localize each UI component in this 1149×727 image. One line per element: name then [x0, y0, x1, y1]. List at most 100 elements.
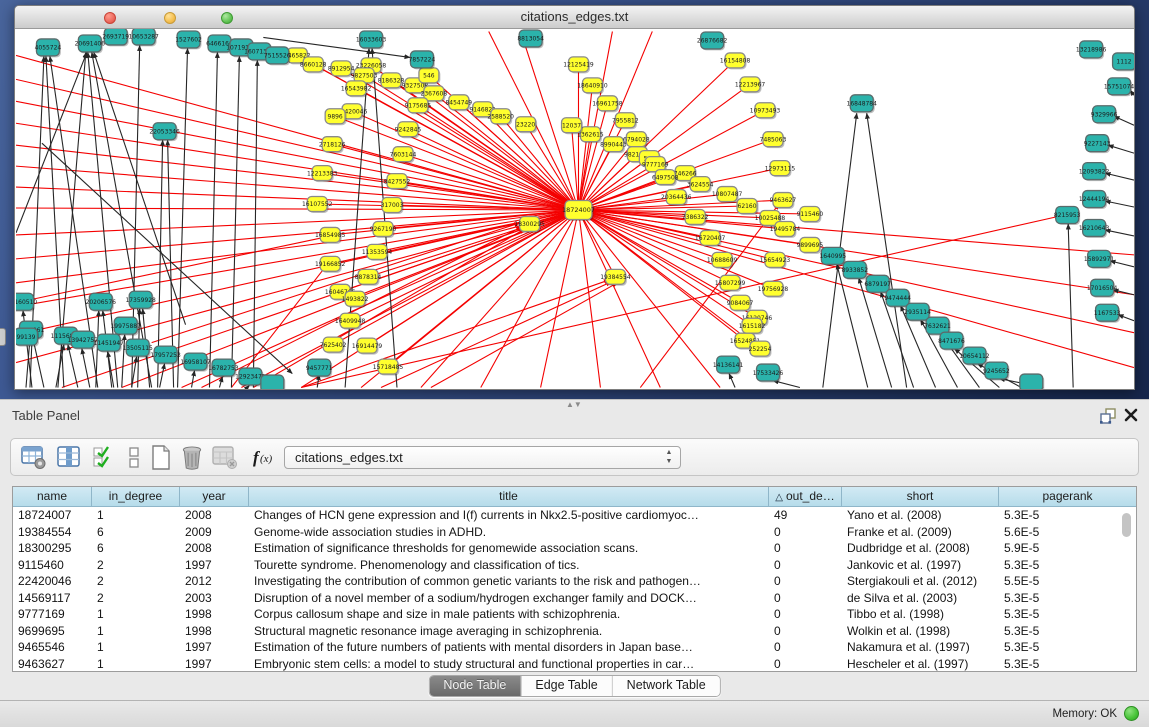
selected-network-node[interactable]: 10973493	[750, 103, 781, 119]
row-height-icon[interactable]	[128, 445, 140, 470]
tab-node-table[interactable]: Node Table	[429, 676, 520, 696]
selected-network-node[interactable]: 19384554	[600, 269, 631, 285]
panel-splitter-handle[interactable]: ▲▼	[566, 401, 580, 410]
table-cell[interactable]: 1	[92, 606, 180, 623]
selected-citation-edge[interactable]	[241, 210, 578, 388]
column-header-out-de-[interactable]: △out_de…	[769, 487, 842, 506]
network-node[interactable]: 8215953	[1054, 207, 1081, 225]
table-cell[interactable]: 1	[92, 639, 180, 656]
table-cell[interactable]: de Silva et al. (2003)	[842, 590, 999, 607]
table-cell[interactable]: Stergiakouli et al. (2012)	[842, 573, 999, 590]
table-cell[interactable]: 19384554	[13, 524, 92, 541]
table-cell[interactable]: 1997	[180, 557, 249, 574]
network-node[interactable]: 8933852	[841, 261, 868, 279]
table-cell[interactable]: Investigating the contribution of common…	[249, 573, 769, 590]
selected-network-node[interactable]: 7955812	[612, 113, 639, 129]
table-cell[interactable]: 1997	[180, 639, 249, 656]
table-cell[interactable]: 5.3E-5	[999, 507, 1136, 524]
selected-citation-edge[interactable]	[16, 210, 578, 259]
table-cell[interactable]: 6	[92, 540, 180, 557]
network-node[interactable]: 7515526	[264, 47, 291, 65]
selected-citation-edge[interactable]	[381, 282, 611, 388]
table-row[interactable]: 1872400712008Changes of HCN gene express…	[13, 507, 1136, 524]
network-node[interactable]: 10653287	[128, 29, 159, 46]
table-cell[interactable]: 2012	[180, 573, 249, 590]
table-cell[interactable]: Changes of HCN gene expression and I(f) …	[249, 507, 769, 524]
panel-collapse-handle[interactable]	[0, 328, 6, 346]
citation-edge[interactable]	[1105, 201, 1134, 207]
table-row[interactable]: 1938455462009Genome-wide association stu…	[13, 524, 1136, 541]
selected-network-node[interactable]: 8878314	[355, 269, 382, 285]
network-node[interactable]: 1640995	[820, 247, 847, 265]
table-cell[interactable]: 0	[769, 590, 842, 607]
network-node[interactable]: 17533426	[753, 364, 784, 382]
column-header-pagerank[interactable]: pagerank	[999, 487, 1136, 506]
table-row[interactable]: 2242004622012Investigating the contribut…	[13, 573, 1136, 590]
table-cell[interactable]: Estimation of the future numbers of pati…	[249, 639, 769, 656]
selected-network-node[interactable]: 19166852	[315, 256, 346, 272]
table-row[interactable]: 1830029562008Estimation of significance …	[13, 540, 1136, 557]
selected-network-node[interactable]: 6794028	[623, 132, 650, 148]
column-header-in-degree[interactable]: in_degree	[92, 487, 180, 506]
selected-citation-edge[interactable]	[16, 55, 578, 210]
selected-network-node[interactable]: 8454749	[446, 95, 473, 111]
selected-citation-edge[interactable]	[578, 210, 1134, 368]
table-cell[interactable]: Franke et al. (2009)	[842, 524, 999, 541]
network-node[interactable]: 12444194	[1079, 191, 1110, 209]
selected-network-node[interactable]: 16154808	[720, 53, 751, 69]
citation-edge[interactable]	[1105, 230, 1134, 236]
network-node[interactable]: 17359928	[125, 291, 156, 309]
table-cell[interactable]: Hescheler et al. (1997)	[842, 656, 999, 673]
selected-network-node[interactable]: 12973115	[765, 161, 796, 177]
selected-network-node[interactable]: 23220	[516, 117, 537, 133]
column-header-year[interactable]: year	[180, 487, 249, 506]
network-node[interactable]: 9227143	[1084, 135, 1111, 153]
network-node[interactable]: 4055724	[35, 39, 62, 57]
selected-network-node[interactable]: 10688609	[707, 252, 738, 268]
network-node[interactable]: 15751074	[1104, 78, 1134, 96]
selected-network-node[interactable]: 18724007	[562, 201, 595, 221]
selected-network-node[interactable]: 15718485	[373, 359, 404, 375]
citation-edge[interactable]	[16, 52, 87, 233]
table-cell[interactable]: 5.3E-5	[999, 590, 1136, 607]
column-header-title[interactable]: title	[249, 487, 769, 506]
table-row[interactable]: 969969511998Structural magnetic resonanc…	[13, 623, 1136, 640]
citation-edge[interactable]	[1108, 145, 1134, 153]
table-cell[interactable]: 14569117	[13, 590, 92, 607]
selected-network-node[interactable]: 12037	[562, 118, 583, 134]
table-cell[interactable]: 1	[92, 507, 180, 524]
table-cell[interactable]: 0	[769, 656, 842, 673]
table-cell[interactable]: 6	[92, 524, 180, 541]
selected-network-node[interactable]: 1615182	[739, 318, 766, 334]
table-cell[interactable]: 22420046	[13, 573, 92, 590]
table-cell[interactable]: 9465546	[13, 639, 92, 656]
selected-network-node[interactable]: 2588520	[487, 109, 514, 125]
network-node[interactable]	[261, 375, 285, 389]
table-cell[interactable]: Disruption of a novel member of a sodium…	[249, 590, 769, 607]
table-row[interactable]: 946362711997Embryonic stem cells: a mode…	[13, 656, 1136, 673]
selected-network-node[interactable]: 15654923	[760, 252, 791, 268]
float-panel-icon[interactable]	[1100, 408, 1117, 424]
table-cell[interactable]: 0	[769, 606, 842, 623]
network-node[interactable]: 26876682	[697, 32, 728, 50]
citation-edge[interactable]	[1105, 173, 1134, 180]
table-cell[interactable]: 5.5E-5	[999, 573, 1136, 590]
table-cell[interactable]: Jankovic et al. (1997)	[842, 557, 999, 574]
import-table-icon[interactable]	[212, 445, 238, 470]
network-node[interactable]: 20206576	[86, 293, 117, 311]
table-cell[interactable]: Tibbo et al. (1998)	[842, 606, 999, 623]
table-cell[interactable]: 9463627	[13, 656, 92, 673]
table-cell[interactable]: 2008	[180, 540, 249, 557]
tab-network-table[interactable]: Network Table	[612, 676, 720, 696]
table-cell[interactable]: Corpus callosum shape and size in male p…	[249, 606, 769, 623]
citation-edge[interactable]	[178, 48, 188, 387]
selected-citation-edge[interactable]	[578, 210, 1134, 255]
show-columns-icon[interactable]	[57, 445, 81, 470]
citation-edge[interactable]	[1068, 224, 1073, 388]
tab-edge-table[interactable]: Edge Table	[520, 676, 611, 696]
selected-network-node[interactable]: 317003	[381, 198, 404, 214]
citation-edge[interactable]	[867, 113, 907, 387]
network-node[interactable]: 1167533	[1094, 304, 1121, 322]
table-cell[interactable]: 2	[92, 573, 180, 590]
selected-network-node[interactable]: 9896	[325, 109, 346, 125]
